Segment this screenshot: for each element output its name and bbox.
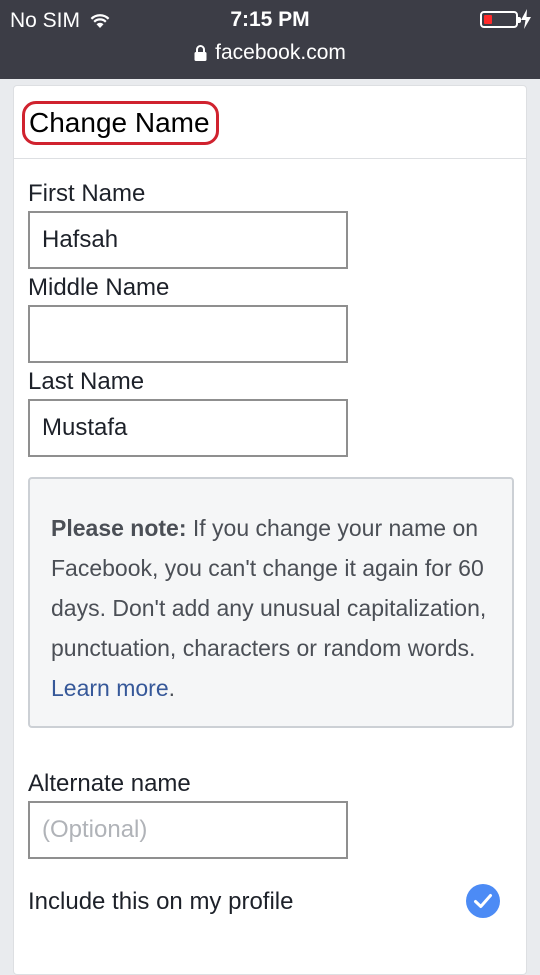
note-heading: Please note:	[51, 515, 187, 541]
charging-icon	[521, 9, 531, 29]
alternate-name-input[interactable]	[28, 801, 348, 859]
middle-name-label: Middle Name	[28, 274, 170, 301]
alternate-name-label: Alternate name	[28, 770, 191, 797]
first-name-input[interactable]	[28, 211, 348, 269]
name-change-note: Please note: If you change your name on …	[28, 477, 514, 728]
url-text[interactable]: facebook.com	[215, 41, 346, 65]
include-on-profile-label: Include this on my profile	[28, 888, 294, 915]
first-name-label: First Name	[28, 180, 146, 207]
change-name-card: Change Name First Name Middle Name Last …	[13, 85, 527, 975]
checkmark-circle-icon[interactable]	[465, 883, 501, 919]
lock-icon	[194, 45, 207, 61]
note-suffix: .	[168, 675, 176, 701]
card-header: Change Name	[14, 86, 526, 159]
middle-name-input[interactable]	[28, 305, 348, 363]
browser-top-bar: No SIM 7:15 PM facebook.com	[0, 0, 540, 79]
learn-more-link[interactable]: Learn more	[51, 675, 169, 701]
status-time: 7:15 PM	[230, 8, 310, 31]
last-name-label: Last Name	[28, 368, 145, 395]
last-name-input[interactable]	[28, 399, 348, 457]
address-bar[interactable]: facebook.com	[0, 41, 540, 65]
battery-icon	[480, 11, 521, 28]
page-title: Change Name	[22, 101, 219, 145]
battery-level	[484, 15, 492, 24]
